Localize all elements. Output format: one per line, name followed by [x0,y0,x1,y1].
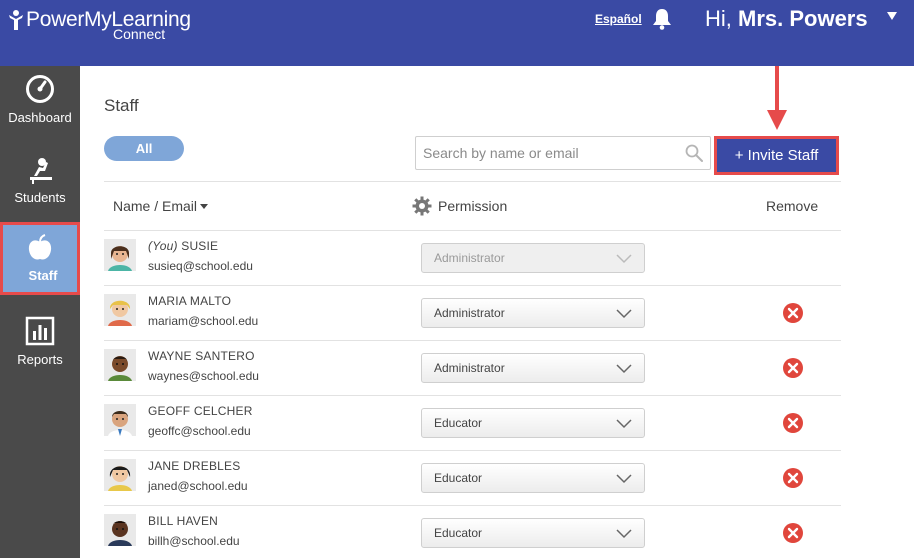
staff-row: JANE DREBLES janed@school.edu Educator [104,450,841,505]
chevron-down-icon [616,419,632,429]
permission-select[interactable]: Educator [421,518,645,548]
sidebar-item-students[interactable]: Students [0,150,80,226]
staff-name: WAYNE SANTERO [148,349,255,363]
dashboard-gauge-icon [26,75,54,103]
bar-chart-icon [25,316,55,346]
remove-staff-icon[interactable] [783,413,803,433]
permission-value: Administrator [434,251,505,265]
page-title: Staff [104,96,139,115]
column-header-permission: Permission [438,198,508,214]
sidebar-item-reports[interactable]: Reports [0,314,80,390]
permission-select[interactable]: Administrator [421,298,645,328]
brand-name: PowerMyLearning [26,8,191,31]
staff-row: MARIA MALTO mariam@school.edu Administra… [104,285,841,340]
staff-name: GEOFF CELCHER [148,404,253,418]
staff-row: GEOFF CELCHER geoffc@school.edu Educator [104,395,841,450]
remove-staff-icon[interactable] [783,523,803,543]
chevron-down-icon [616,364,632,374]
app-logo[interactable]: PowerMyLearning Connect [8,8,191,42]
name-email-sort-header[interactable]: Name / Email [113,198,209,214]
invite-staff-button[interactable]: + Invite Staff [717,139,836,172]
sidebar-label: Students [14,190,66,205]
notifications-bell-icon[interactable] [652,8,672,30]
user-name: Mrs. Powers [738,6,868,31]
user-menu-caret-icon[interactable] [887,12,897,20]
staff-email: susieq@school.edu [148,259,253,273]
permission-value: Educator [434,471,483,485]
sort-down-icon [200,204,209,209]
permission-select: Administrator [421,243,645,273]
sidebar-label: Dashboard [8,110,72,125]
you-tag: (You) [148,239,178,253]
avatar [104,294,136,326]
avatar [104,514,136,546]
gear-icon[interactable] [412,196,432,216]
remove-staff-icon[interactable] [783,468,803,488]
column-header-name: Name / Email [113,198,198,214]
permission-value: Educator [434,416,483,430]
sidebar-label: Reports [17,352,63,367]
staff-email: janed@school.edu [148,479,248,493]
filter-all-button[interactable]: All [104,136,184,161]
invite-staff-highlight: + Invite Staff [714,136,839,175]
person-logo-icon [9,10,23,30]
sidebar-label: Staff [28,268,58,283]
staff-row: (You) SUSIE susieq@school.edu Administra… [104,230,841,285]
top-header: PowerMyLearning Connect Español Hi, Mrs.… [0,0,914,66]
brand-subtitle: Connect [113,26,166,42]
remove-staff-icon[interactable] [783,358,803,378]
avatar [104,349,136,381]
staff-row: BILL HAVEN billh@school.edu Educator [104,505,841,558]
permission-value: Administrator [434,361,505,375]
search-icon[interactable] [685,144,703,162]
staff-email: billh@school.edu [148,534,240,548]
staff-email: waynes@school.edu [148,369,259,383]
sidebar: Dashboard Students Staff Reports [0,66,80,558]
permission-select[interactable]: Educator [421,463,645,493]
divider [104,181,841,182]
avatar [104,404,136,436]
staff-email: mariam@school.edu [148,314,259,328]
chevron-down-icon [616,254,632,264]
permission-value: Educator [434,526,483,540]
staff-name: (You) SUSIE [148,239,218,253]
user-greeting[interactable]: Hi, Mrs. Powers [705,6,868,32]
permission-header: Permission [412,196,507,216]
annotation-arrow-head [767,110,787,130]
staff-name-text: SUSIE [181,239,219,253]
staff-name: MARIA MALTO [148,294,232,308]
chevron-down-icon [616,309,632,319]
permission-select[interactable]: Administrator [421,353,645,383]
avatar [104,239,136,271]
student-desk-icon [30,158,52,184]
chevron-down-icon [616,474,632,484]
staff-name: JANE DREBLES [148,459,241,473]
staff-row: WAYNE SANTERO waynes@school.edu Administ… [104,340,841,395]
remove-staff-icon[interactable] [783,303,803,323]
apple-icon [28,234,52,260]
greeting-prefix: Hi, [705,6,738,31]
annotation-arrow-shaft [775,66,779,112]
sidebar-item-dashboard[interactable]: Dashboard [0,70,80,146]
avatar [104,459,136,491]
permission-select[interactable]: Educator [421,408,645,438]
sidebar-item-staff[interactable]: Staff [0,222,80,295]
permission-value: Administrator [434,306,505,320]
column-header-remove: Remove [766,198,819,214]
search-input[interactable] [416,137,676,169]
search-box [415,136,711,170]
chevron-down-icon [616,529,632,539]
staff-name: BILL HAVEN [148,514,219,528]
staff-email: geoffc@school.edu [148,424,251,438]
language-link[interactable]: Español [595,12,642,26]
